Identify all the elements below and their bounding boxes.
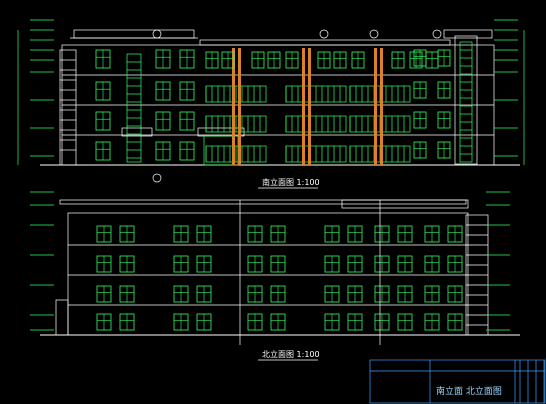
orange-column [380,48,383,165]
orange-column [374,48,377,165]
orange-column [308,48,311,165]
orange-column [232,48,235,165]
orange-column [238,48,241,165]
south-elevation-title: 南立面图 1:100 [262,177,320,187]
north-elevation-title: 北立面图 1:100 [262,349,320,359]
cad-drawing-canvas: 南立面图 1:100 北立面图 1:100 南立面 北立面图 [0,0,546,404]
background [0,0,546,404]
sheet-title: 南立面 北立面图 [436,385,502,397]
orange-column [302,48,305,165]
